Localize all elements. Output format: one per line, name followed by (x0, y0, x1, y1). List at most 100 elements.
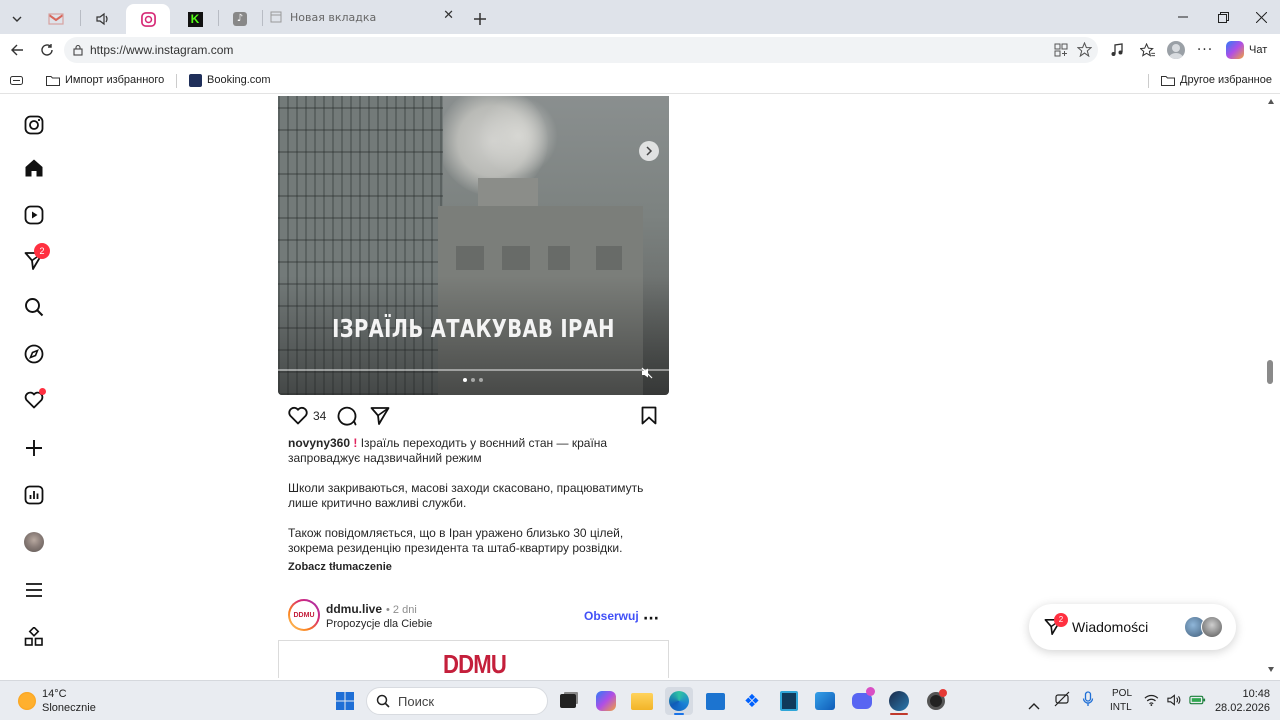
task-view-button[interactable] (554, 687, 582, 715)
nav-profile[interactable] (22, 530, 46, 554)
scroll-down-arrow[interactable] (1268, 667, 1274, 672)
nav-search[interactable] (22, 295, 46, 319)
tab-audio[interactable] (84, 4, 122, 34)
bookmark-icon (641, 406, 657, 425)
bookmark-other-label: Другое избранное (1180, 74, 1272, 86)
nav-explore[interactable] (22, 342, 46, 366)
scroll-up-arrow[interactable] (1268, 99, 1274, 104)
bookmark-import[interactable]: Импорт избранного (46, 71, 164, 89)
caption-line-3b: зокрема резиденцію президента та штаб-кв… (288, 541, 623, 555)
lock-icon (73, 44, 83, 56)
folder-icon (1161, 75, 1175, 86)
nav-reels[interactable] (22, 203, 46, 227)
instagram-logo[interactable] (22, 113, 46, 137)
page-scrollbar[interactable] (1266, 96, 1276, 678)
settings-menu-button[interactable]: ··· (1194, 40, 1216, 60)
language-switcher[interactable]: POL INTL (1108, 687, 1138, 715)
microphone-icon (1082, 691, 1094, 706)
edge-button[interactable] (665, 687, 693, 715)
nav-notifications[interactable] (22, 388, 46, 412)
clock[interactable]: 10:48 28.02.2026 (1210, 687, 1270, 715)
copilot-button[interactable] (592, 687, 620, 715)
post-options-button[interactable]: ··· (642, 608, 660, 627)
post-media[interactable]: ІЗРАЇЛЬ АТАКУВАВ ІРАН (278, 96, 669, 395)
close-tab-button[interactable]: ✕ (443, 8, 454, 23)
star-icon[interactable] (1077, 42, 1092, 57)
close-window-button[interactable] (1238, 0, 1280, 34)
bookmark-booking-label: Booking.com (207, 74, 271, 86)
start-button[interactable] (331, 687, 359, 715)
bookmark-booking[interactable]: Booking.com (189, 71, 271, 89)
see-translation-link[interactable]: Zobacz tłumaczenie (288, 560, 668, 575)
message-avatar (1201, 616, 1223, 638)
bookmark-other[interactable]: Другое избранное (1161, 71, 1272, 89)
scroll-thumb[interactable] (1267, 360, 1273, 384)
tab-actions-button[interactable] (6, 4, 28, 34)
caption-line-2b: лише критично важливі служби. (288, 496, 467, 510)
follow-button[interactable]: Obserwuj (584, 609, 639, 624)
instagram-page: 2 ІЗРАЇЛЬ АТАКУВАВ ІРАН 34 novyny360 ! І… (4, 96, 1266, 678)
heart-icon (288, 406, 308, 425)
dropbox-button[interactable]: ❖ (738, 687, 766, 715)
apps-icon[interactable] (1054, 43, 1068, 57)
like-button[interactable] (288, 406, 310, 426)
nav-also-from-meta[interactable] (22, 625, 46, 649)
post-author[interactable]: novyny360 (288, 436, 350, 450)
comment-icon (337, 406, 357, 426)
favorites-button[interactable] (1136, 40, 1158, 60)
copilot-icon (1226, 41, 1244, 59)
microphone-button[interactable] (1082, 691, 1096, 709)
comment-button[interactable] (337, 406, 359, 426)
nav-messages[interactable]: 2 (22, 243, 50, 273)
messages-badge: 2 (1054, 613, 1068, 627)
taskbar: 14°C Slonecznie Поиск ❖ POL INTL 10:48 2… (0, 680, 1280, 720)
share-button[interactable] (370, 406, 392, 426)
show-hidden-icons-button[interactable] (1028, 695, 1040, 710)
tab-new-tab[interactable]: Новая вкладка ✕ (264, 4, 460, 30)
tab-tiktok[interactable]: ♪ (222, 4, 258, 34)
bookmarks-bar: Импорт избранного Booking.com Другое изб… (0, 66, 1280, 94)
save-button[interactable] (641, 406, 659, 426)
nav-dashboard[interactable] (22, 483, 46, 507)
caption-line-3a: Також повідомляється, що в Іран уражено … (288, 526, 624, 540)
media-control-button[interactable] (1106, 40, 1128, 60)
compass-icon (24, 344, 44, 364)
mute-button[interactable] (640, 366, 654, 380)
copilot-chat-button[interactable]: Чат (1226, 40, 1267, 60)
plus-icon (474, 13, 486, 25)
address-bar[interactable]: https://www.instagram.com (64, 37, 1098, 63)
arrow-left-icon (11, 44, 23, 56)
file-explorer-button[interactable] (628, 687, 656, 715)
tab-instagram[interactable] (126, 4, 170, 34)
new-tab-button[interactable] (468, 4, 492, 34)
app-button[interactable] (775, 687, 803, 715)
refresh-button[interactable] (36, 40, 58, 60)
nav-home[interactable] (22, 156, 46, 180)
tab-kick[interactable]: K (176, 4, 214, 34)
gmail-icon (48, 13, 64, 25)
messages-button[interactable]: 2 Wiadomości (1029, 604, 1236, 650)
back-button[interactable] (6, 40, 28, 60)
record-app-button[interactable] (922, 687, 950, 715)
taskbar-search[interactable]: Поиск (366, 687, 548, 715)
tab-gmail[interactable] (36, 4, 76, 34)
next-post-avatar[interactable]: DDMU (288, 599, 320, 631)
next-post-author[interactable]: ddmu.live (326, 602, 382, 617)
nav-create[interactable] (22, 436, 46, 460)
quick-settings-button[interactable] (1144, 691, 1206, 709)
bookmarks-toggle-button[interactable] (10, 71, 23, 89)
post-overlay-title: ІЗРАЇЛЬ АТАКУВАВ ІРАН (332, 314, 615, 343)
store-button[interactable] (701, 687, 729, 715)
network-status-button[interactable] (1054, 691, 1072, 709)
discord-button[interactable] (848, 687, 876, 715)
video-progress[interactable] (278, 369, 669, 371)
next-post-media[interactable]: DDMU (278, 640, 669, 678)
nav-more[interactable] (22, 578, 46, 602)
outlook-button[interactable] (811, 687, 839, 715)
profile-button[interactable] (1165, 40, 1187, 60)
browser-toolbar: https://www.instagram.com ··· Чат (0, 34, 1280, 66)
carousel-next-button[interactable] (639, 141, 659, 161)
weather-widget[interactable]: 14°C Slonecznie (14, 687, 124, 715)
like-count[interactable]: 34 (313, 409, 326, 424)
steam-button[interactable] (885, 687, 913, 715)
